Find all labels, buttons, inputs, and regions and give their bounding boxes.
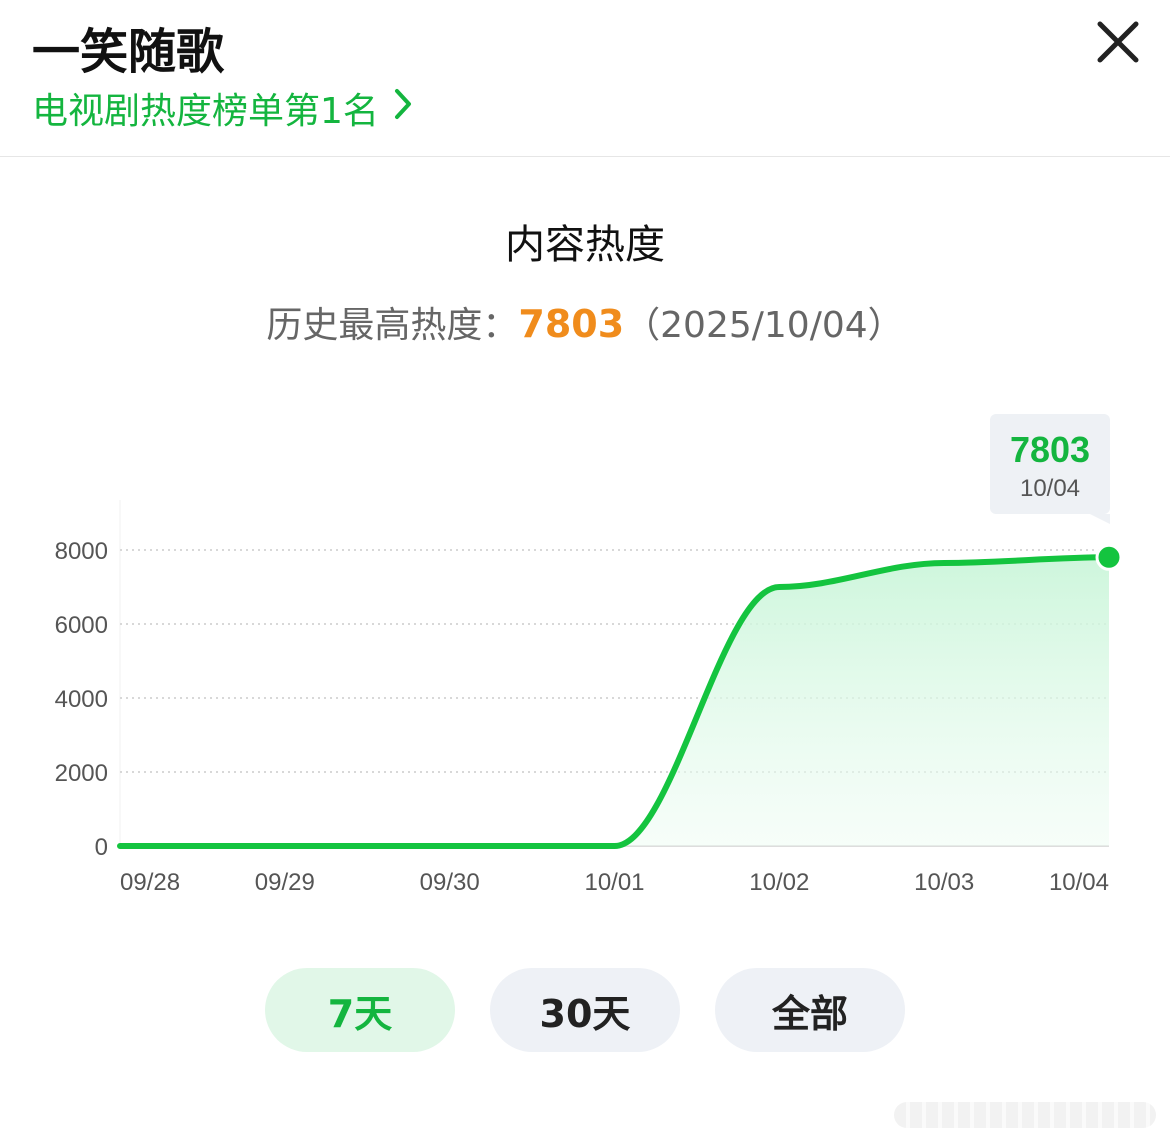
range-tabs: 7天 30天 全部 <box>0 968 1170 1054</box>
tab-7days-label: 7天 <box>327 991 393 1036</box>
tab-30days[interactable]: 30天 <box>490 968 680 1052</box>
record-value: 7803 <box>518 302 625 346</box>
watermark <box>894 1102 1156 1128</box>
x-tick-label: 10/03 <box>914 869 974 896</box>
x-tick-label: 09/29 <box>255 869 315 896</box>
header: 一笑随歌 电视剧热度榜单第1名 <box>0 0 1170 157</box>
x-tick-label: 09/30 <box>420 869 480 896</box>
data-point <box>1095 543 1123 571</box>
tooltip-value: 7803 <box>1010 429 1090 470</box>
tooltip: 7803 10/04 <box>990 414 1110 524</box>
close-icon[interactable] <box>1090 14 1146 70</box>
heat-chart: 0 2000 4000 6000 8000 09/28 09/29 09/30 10/01 10… <box>55 414 1123 896</box>
heat-area <box>120 557 1109 846</box>
tab-30days-label: 30天 <box>539 991 631 1036</box>
tab-all-label: 全部 <box>771 991 848 1036</box>
y-tick-label: 6000 <box>55 612 108 639</box>
x-tick-label: 09/28 <box>120 869 180 896</box>
y-tick-label: 8000 <box>55 538 108 565</box>
x-tick-label: 10/01 <box>584 869 644 896</box>
y-tick-label: 4000 <box>55 686 108 713</box>
tooltip-pointer <box>1090 514 1110 524</box>
y-tick-label: 0 <box>95 834 108 861</box>
record-label: 历史最高热度： <box>266 305 519 346</box>
y-tick-label: 2000 <box>55 760 108 787</box>
section-title: 内容热度 <box>505 222 665 268</box>
rank-link[interactable]: 电视剧热度榜单第1名 <box>32 82 413 134</box>
rank-link-label: 电视剧热度榜单第1名 <box>32 91 379 132</box>
drama-title: 一笑随歌 <box>32 24 225 80</box>
x-tick-label: 10/04 <box>1049 869 1109 896</box>
tab-7days[interactable]: 7天 <box>265 968 455 1052</box>
x-tick-label: 10/02 <box>749 869 809 896</box>
chevron-right-icon <box>393 88 413 129</box>
record-line: 历史最高热度：7803（2025/10/04） <box>0 296 1170 348</box>
record-date: （2025/10/04） <box>624 305 904 346</box>
tab-all[interactable]: 全部 <box>715 968 905 1052</box>
tooltip-date: 10/04 <box>1020 475 1080 502</box>
